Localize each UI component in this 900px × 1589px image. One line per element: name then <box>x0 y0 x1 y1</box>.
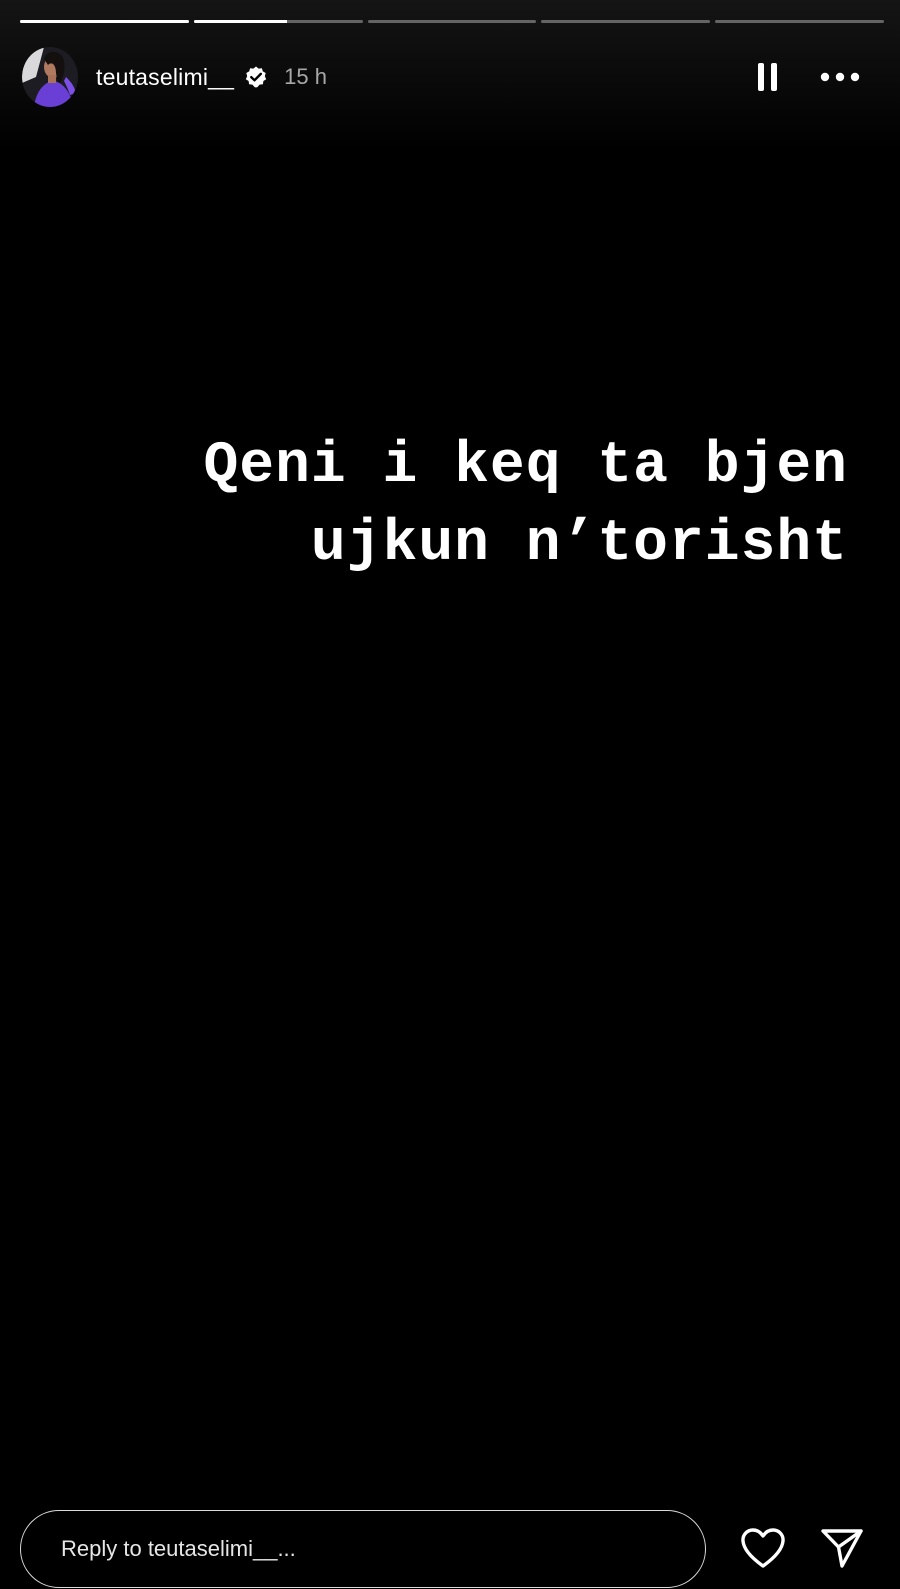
user-meta: teutaselimi__ 15 h <box>96 64 327 91</box>
progress-segment <box>541 20 711 23</box>
progress-segment-fill <box>193 20 287 23</box>
more-options-icon[interactable] <box>820 72 860 82</box>
avatar-image <box>22 47 78 107</box>
username[interactable]: teutaselimi__ <box>96 64 234 91</box>
avatar[interactable] <box>22 47 78 107</box>
verified-badge-icon <box>244 65 268 89</box>
story-footer <box>20 1509 880 1589</box>
progress-segment <box>715 20 884 23</box>
story-viewer: teutaselimi__ 15 h Qeni i keq ta bjen uj… <box>0 0 900 1589</box>
footer-actions <box>740 1527 864 1569</box>
progress-segment <box>367 20 537 23</box>
heart-icon[interactable] <box>740 1527 786 1569</box>
story-text-line-2: ujkun n’torisht <box>310 512 848 577</box>
reply-input[interactable] <box>20 1510 706 1588</box>
progress-segment <box>193 20 363 23</box>
pause-icon[interactable] <box>756 62 780 92</box>
post-time: 15 h <box>284 64 327 89</box>
story-text-line-1: Qeni i keq ta bjen <box>203 434 848 499</box>
story-progress-bar <box>20 20 884 24</box>
story-text: Qeni i keq ta bjen ujkun n’torisht <box>48 428 848 584</box>
progress-segment-fill <box>20 20 189 23</box>
header-actions <box>756 62 878 92</box>
story-header: teutaselimi__ 15 h <box>22 46 878 108</box>
progress-segment <box>20 20 189 23</box>
send-icon[interactable] <box>820 1527 864 1569</box>
